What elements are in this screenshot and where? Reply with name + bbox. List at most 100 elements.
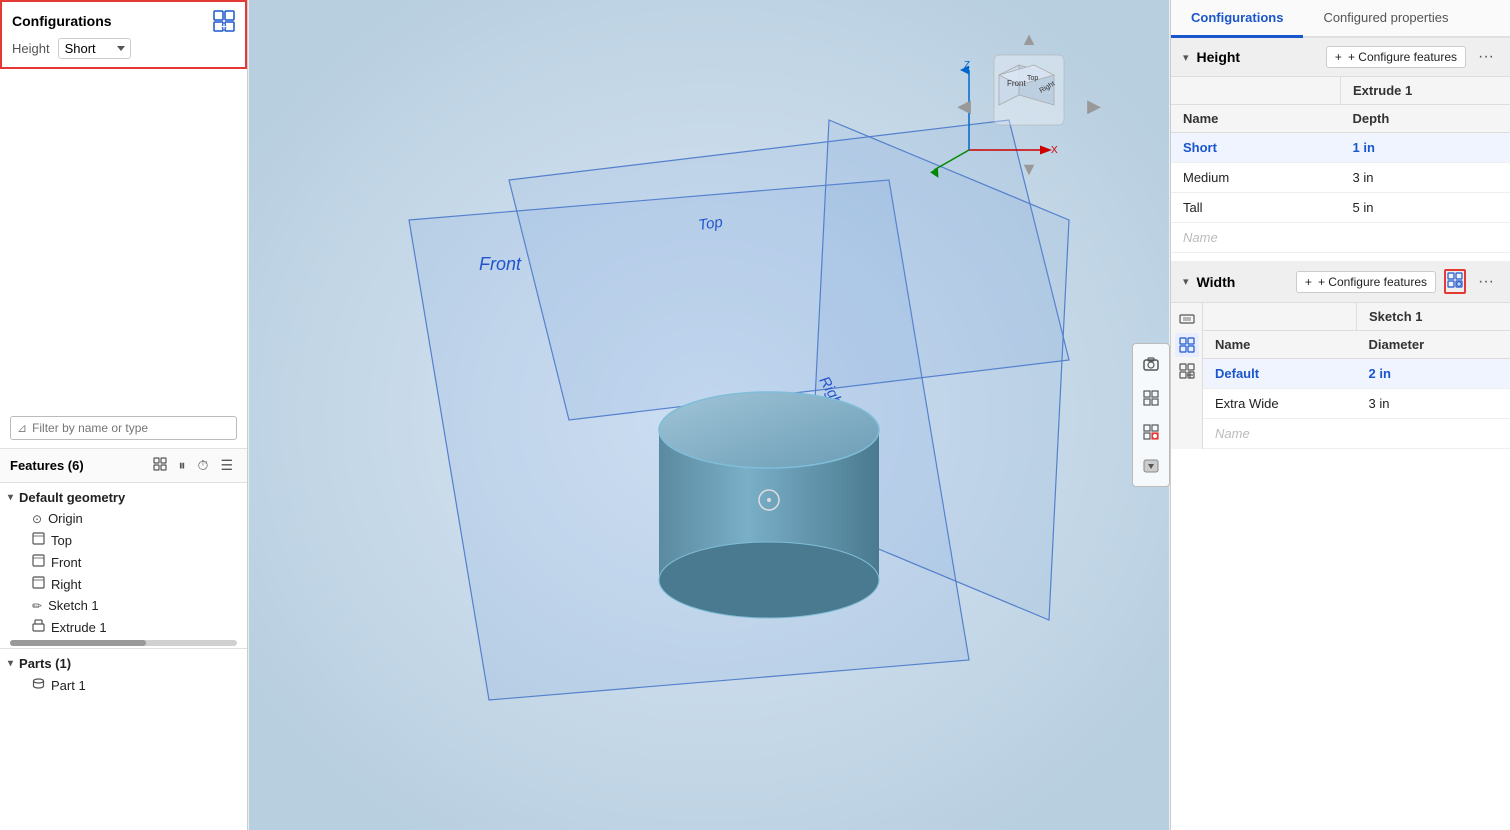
svg-text:▶: ▶ bbox=[1087, 96, 1101, 116]
right-tabs: Configurations Configured properties bbox=[1171, 0, 1510, 38]
table-row[interactable]: Tall 5 in bbox=[1171, 193, 1510, 223]
tree-item-label: Parts (1) bbox=[19, 656, 71, 671]
table-row[interactable]: Short 1 in bbox=[1171, 133, 1510, 163]
tab-configured-properties[interactable]: Configured properties bbox=[1303, 0, 1468, 38]
tree-item-extrude1[interactable]: Extrude 1 bbox=[0, 616, 247, 638]
row-value: 5 in bbox=[1341, 193, 1510, 223]
side-icon-btn-1[interactable] bbox=[1175, 307, 1199, 331]
height-table: Extrude 1 Name Depth Short 1 in Medium 3… bbox=[1171, 77, 1510, 253]
sketch-icon: ✏ bbox=[32, 599, 42, 613]
row-name-placeholder: Name bbox=[1171, 223, 1341, 253]
svg-text:▲: ▲ bbox=[1020, 29, 1038, 49]
width-diameter-header: Diameter bbox=[1357, 331, 1510, 359]
row-value-empty bbox=[1357, 419, 1510, 449]
svg-text:◀: ◀ bbox=[957, 96, 971, 116]
side-icon-btn-2[interactable] bbox=[1175, 333, 1199, 357]
width-name-header: Name bbox=[1203, 331, 1357, 359]
left-panel: Configurations Height Short Medium Tall bbox=[0, 0, 248, 830]
row-name: Tall bbox=[1171, 193, 1341, 223]
svg-text:Z: Z bbox=[964, 60, 970, 71]
height-select[interactable]: Short Medium Tall bbox=[58, 38, 131, 59]
row-name: Default bbox=[1203, 359, 1357, 389]
tree-item-sketch1[interactable]: ✏ Sketch 1 bbox=[0, 595, 247, 616]
width-configure-features-button[interactable]: + + Configure features bbox=[1296, 271, 1436, 293]
viewport-svg: Front Top Right Front Top bbox=[248, 0, 1170, 830]
height-section-header: ▾ Height + + Configure features ··· bbox=[1171, 38, 1510, 77]
tree-item-label: Top bbox=[51, 533, 72, 548]
config-grid-icon bbox=[213, 10, 235, 32]
width-sketch-group-header: Sketch 1 bbox=[1357, 303, 1510, 331]
tree-item-front[interactable]: Front bbox=[0, 551, 247, 573]
scrollbar-thumb bbox=[10, 640, 146, 646]
toolbar-btn-3[interactable] bbox=[1135, 416, 1167, 448]
width-table-area: Sketch 1 Name Diameter Default 2 in Extr… bbox=[1171, 303, 1510, 449]
filter-input-wrapper: ⊿ bbox=[10, 416, 237, 440]
width-chevron-icon: ▾ bbox=[1183, 275, 1189, 288]
svg-text:Front: Front bbox=[1007, 79, 1026, 88]
width-section-header: ▾ Width + + Configure features ··· bbox=[1171, 261, 1510, 303]
row-value: 2 in bbox=[1357, 359, 1510, 389]
scrollbar-track bbox=[10, 640, 237, 646]
table-row-new[interactable]: Name bbox=[1203, 419, 1510, 449]
row-value: 3 in bbox=[1357, 389, 1510, 419]
tree-item-label: Part 1 bbox=[51, 678, 86, 693]
tab-configurations[interactable]: Configurations bbox=[1171, 0, 1303, 38]
filter-input[interactable] bbox=[32, 421, 230, 435]
plus-icon: + bbox=[1305, 275, 1312, 289]
part-icon bbox=[32, 677, 45, 693]
add-feature-button[interactable] bbox=[149, 455, 171, 476]
tree-item-label: Right bbox=[51, 577, 81, 592]
width-section-title: Width bbox=[1197, 274, 1288, 290]
svg-text:Front: Front bbox=[479, 254, 522, 274]
tree-item-default-geometry[interactable]: ▾ Default geometry bbox=[0, 487, 247, 508]
tree-item-right[interactable]: Right bbox=[0, 573, 247, 595]
tree-item-origin[interactable]: ⊙ Origin bbox=[0, 508, 247, 529]
plane-icon bbox=[32, 576, 45, 592]
plane-icon bbox=[32, 532, 45, 548]
tree-item-parts[interactable]: ▾ Parts (1) bbox=[0, 653, 247, 674]
plane-icon bbox=[32, 554, 45, 570]
height-configure-features-button[interactable]: + + Configure features bbox=[1326, 46, 1466, 68]
side-icon-btn-3[interactable] bbox=[1175, 359, 1199, 383]
tree-item-top[interactable]: Top bbox=[0, 529, 247, 551]
height-extrude-group-header: Extrude 1 bbox=[1341, 77, 1510, 105]
list-button[interactable]: ☰ bbox=[216, 455, 237, 476]
row-name: Medium bbox=[1171, 163, 1341, 193]
tree-item-label: Sketch 1 bbox=[48, 598, 99, 613]
toolbar-btn-2[interactable] bbox=[1135, 382, 1167, 414]
height-name-header: Name bbox=[1171, 105, 1341, 133]
height-section: ▾ Height + + Configure features ··· Extr… bbox=[1171, 38, 1510, 253]
width-grid-icon bbox=[1444, 269, 1466, 294]
table-row[interactable]: Extra Wide 3 in bbox=[1203, 389, 1510, 419]
row-name: Extra Wide bbox=[1203, 389, 1357, 419]
extrude-icon bbox=[32, 619, 45, 635]
features-header: Features (6) ⏸ ⏱ ☰ bbox=[0, 449, 247, 483]
width-table: Sketch 1 Name Diameter Default 2 in Extr… bbox=[1203, 303, 1510, 449]
right-panel: Configurations Configured properties ▾ H… bbox=[1170, 0, 1510, 830]
table-row-new[interactable]: Name bbox=[1171, 223, 1510, 253]
height-label: Height bbox=[12, 41, 50, 56]
tree-item-part1[interactable]: Part 1 bbox=[0, 674, 247, 696]
width-more-button[interactable]: ··· bbox=[1474, 271, 1498, 293]
filter-area: ⊿ bbox=[0, 408, 247, 449]
toolbar-btn-1[interactable] bbox=[1135, 348, 1167, 380]
table-row[interactable]: Medium 3 in bbox=[1171, 163, 1510, 193]
right-toolbar bbox=[1132, 343, 1170, 487]
row-value: 1 in bbox=[1341, 133, 1510, 163]
config-title: Configurations bbox=[12, 13, 112, 29]
origin-icon: ⊙ bbox=[32, 512, 42, 526]
table-row[interactable]: Default 2 in bbox=[1203, 359, 1510, 389]
pause-button[interactable]: ⏸ bbox=[175, 455, 190, 476]
height-chevron-icon: ▾ bbox=[1183, 51, 1189, 64]
height-more-button[interactable]: ··· bbox=[1474, 46, 1498, 68]
row-value-empty bbox=[1341, 223, 1510, 253]
chevron-icon: ▾ bbox=[8, 658, 13, 669]
view-dropdown-btn[interactable] bbox=[1135, 450, 1167, 482]
row-name-placeholder: Name bbox=[1203, 419, 1357, 449]
plus-icon: + bbox=[1335, 50, 1342, 64]
config-header: Configurations Height Short Medium Tall bbox=[0, 0, 247, 69]
row-name: Short bbox=[1171, 133, 1341, 163]
svg-text:▼: ▼ bbox=[1020, 159, 1038, 179]
tree-item-label: Front bbox=[51, 555, 81, 570]
timer-button[interactable]: ⏱ bbox=[194, 455, 213, 476]
